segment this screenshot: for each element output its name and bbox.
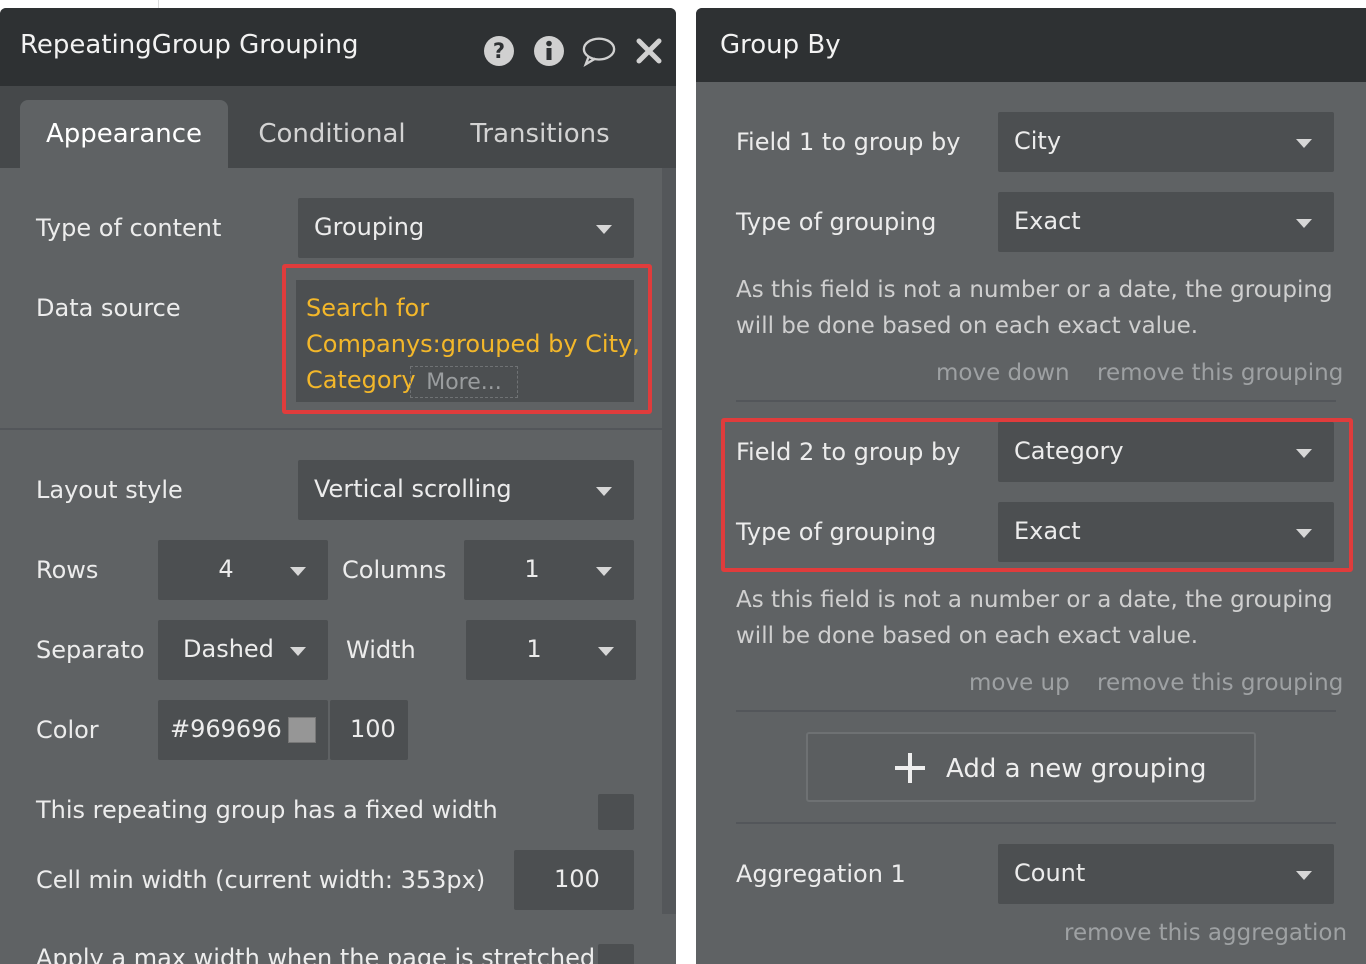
chevron-down-icon <box>290 567 306 576</box>
group-by-title: Group By <box>720 30 841 60</box>
color-hex-value: #969696 <box>170 715 282 743</box>
tab-appearance[interactable]: Appearance <box>20 100 228 168</box>
grouping-2-highlight <box>721 418 1353 572</box>
move-down-link[interactable]: move down <box>936 360 1070 386</box>
tab-conditional[interactable]: Conditional <box>240 100 424 168</box>
aggregation-1-value: Count <box>1014 859 1086 887</box>
separator-dropdown[interactable]: Dashed <box>158 620 328 680</box>
separator-label: Separato <box>36 636 145 664</box>
cell-min-width-label: Cell min width (current width: 353px) <box>36 866 486 894</box>
section-divider <box>0 428 662 430</box>
tab-transitions[interactable]: Transitions <box>440 100 640 168</box>
tab-bar: Appearance Conditional Transitions <box>0 86 676 168</box>
chevron-down-icon <box>1296 871 1312 880</box>
separator-value: Dashed <box>183 635 274 663</box>
color-opacity-value: 100 <box>350 715 396 743</box>
help-icon[interactable]: ? <box>482 34 516 68</box>
comment-icon[interactable] <box>582 34 616 68</box>
rows-value: 4 <box>218 555 234 583</box>
max-width-label: Apply a max width when the page is stret… <box>36 944 596 964</box>
color-swatch[interactable] <box>288 717 316 743</box>
columns-value: 1 <box>524 555 540 583</box>
grouping-divider <box>736 400 1336 402</box>
type-of-content-dropdown[interactable]: Grouping <box>298 198 634 258</box>
color-hex-input[interactable]: #969696 <box>158 700 328 760</box>
layout-style-label: Layout style <box>36 476 183 504</box>
chevron-down-icon <box>596 225 612 234</box>
chevron-down-icon <box>596 487 612 496</box>
aggregation-divider <box>736 822 1336 824</box>
cell-min-width-value: 100 <box>554 865 600 893</box>
columns-label: Columns <box>342 556 447 584</box>
chevron-down-icon <box>598 647 614 656</box>
type-of-content-label: Type of content <box>36 214 222 242</box>
fixed-width-label: This repeating group has a fixed width <box>36 796 498 824</box>
chevron-down-icon <box>1296 139 1312 148</box>
remove-grouping-1-link[interactable]: remove this grouping <box>1097 360 1343 386</box>
width-dropdown[interactable]: 1 <box>466 620 636 680</box>
panel-title: RepeatingGroup Grouping <box>20 30 359 60</box>
grouping-1-hint-line-2: will be done based on each exact value. <box>736 313 1199 339</box>
grouping-2-hint-line-1: As this field is not a number or a date,… <box>736 587 1333 613</box>
chevron-down-icon <box>596 567 612 576</box>
max-width-checkbox[interactable] <box>598 944 634 964</box>
background-divider <box>158 0 159 8</box>
group-by-panel: Group By Field 1 to group by City Type o… <box>696 8 1366 964</box>
type-of-grouping-1-dropdown[interactable]: Exact <box>998 192 1334 252</box>
width-value: 1 <box>526 635 542 663</box>
color-opacity-input[interactable]: 100 <box>330 700 408 760</box>
columns-dropdown[interactable]: 1 <box>464 540 634 600</box>
chevron-down-icon <box>290 647 306 656</box>
close-icon[interactable] <box>632 34 666 68</box>
grouping-divider <box>736 710 1336 712</box>
header-icon-bar: ? <box>466 34 666 68</box>
cell-min-width-input[interactable]: 100 <box>514 850 634 910</box>
property-editor-panel: RepeatingGroup Grouping ? Appearance Con… <box>0 8 676 964</box>
add-grouping-button[interactable]: Add a new grouping <box>806 732 1256 802</box>
data-source-label: Data source <box>36 294 181 322</box>
grouping-2-hint-line-2: will be done based on each exact value. <box>736 623 1199 649</box>
info-icon[interactable] <box>532 34 566 68</box>
panel-header: RepeatingGroup Grouping ? <box>0 8 676 86</box>
add-grouping-label: Add a new grouping <box>946 754 1207 784</box>
field-1-label: Field 1 to group by <box>736 128 961 156</box>
remove-aggregation-link[interactable]: remove this aggregation <box>1064 920 1347 946</box>
data-source-highlight <box>282 264 652 414</box>
aggregation-1-dropdown[interactable]: Count <box>998 844 1334 904</box>
chevron-down-icon <box>1296 219 1312 228</box>
field-1-value: City <box>1014 127 1062 155</box>
move-up-link[interactable]: move up <box>969 670 1070 696</box>
field-1-dropdown[interactable]: City <box>998 112 1334 172</box>
remove-grouping-2-link[interactable]: remove this grouping <box>1097 670 1343 696</box>
type-of-content-value: Grouping <box>314 213 425 241</box>
panel-scrollbar[interactable] <box>662 168 676 914</box>
rows-label: Rows <box>36 556 99 584</box>
group-by-header: Group By <box>696 8 1366 82</box>
grouping-2-hint: As this field is not a number or a date,… <box>736 582 1346 654</box>
rows-dropdown[interactable]: 4 <box>158 540 328 600</box>
layout-style-value: Vertical scrolling <box>314 475 512 503</box>
type-of-grouping-1-value: Exact <box>1014 207 1081 235</box>
grouping-1-hint-line-1: As this field is not a number or a date,… <box>736 277 1333 303</box>
svg-text:?: ? <box>493 39 505 63</box>
width-label: Width <box>346 636 416 664</box>
grouping-1-hint: As this field is not a number or a date,… <box>736 272 1346 344</box>
color-label: Color <box>36 716 99 744</box>
plus-icon <box>894 752 926 784</box>
layout-style-dropdown[interactable]: Vertical scrolling <box>298 460 634 520</box>
type-of-grouping-1-label: Type of grouping <box>736 208 937 236</box>
aggregation-1-label: Aggregation 1 <box>736 860 906 888</box>
fixed-width-checkbox[interactable] <box>598 794 634 830</box>
